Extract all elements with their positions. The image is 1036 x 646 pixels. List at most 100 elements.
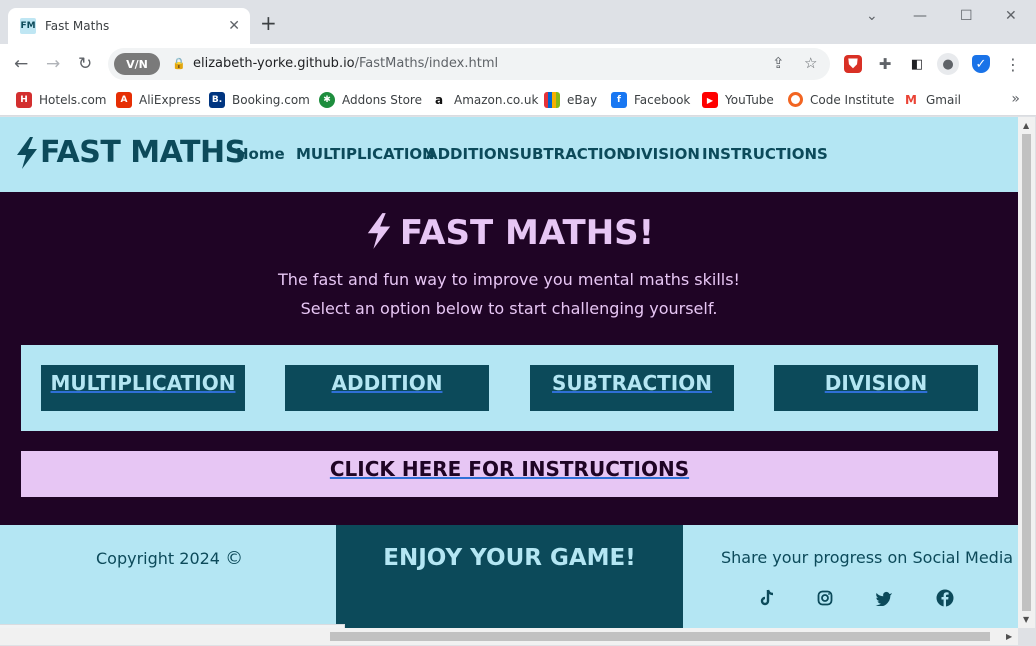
menu-kebab-icon[interactable]: ⋮ <box>1004 55 1022 74</box>
hotels-icon: H <box>16 92 32 108</box>
instagram-icon[interactable] <box>815 588 835 608</box>
horizontal-scrollbar[interactable]: ▶ <box>0 628 1018 645</box>
footer-social-section: Share your progress on Social Media <box>683 525 1018 628</box>
nav-division[interactable]: DIVISION <box>623 145 700 163</box>
youtube-icon: ▶ <box>702 92 718 108</box>
scroll-up-arrow-icon[interactable]: ▲ <box>1023 121 1029 130</box>
tab-search-chevron-icon[interactable]: ⌄ <box>866 8 878 24</box>
bookmark-ebay[interactable]: eBay <box>544 92 597 108</box>
lightning-bolt-icon <box>17 136 37 169</box>
footer-copyright-section: Copyright 2024 © <box>0 525 336 628</box>
tab-title: Fast Maths <box>45 19 110 33</box>
minimize-icon[interactable]: — <box>913 8 927 24</box>
nav-subtraction[interactable]: SUBTRACTION <box>509 145 629 163</box>
bookmark-label: Gmail <box>926 93 962 107</box>
bookmark-label: AliExpress <box>139 93 201 107</box>
scroll-right-arrow-icon[interactable]: ▶ <box>1006 632 1012 641</box>
back-icon[interactable]: ← <box>14 54 28 74</box>
instructions-label: CLICK HERE FOR INSTRUCTIONS <box>329 457 690 481</box>
url-text[interactable]: elizabeth-yorke.github.io/FastMaths/inde… <box>193 56 498 71</box>
addition-button[interactable]: ADDITION <box>285 365 489 411</box>
horizontal-scroll-thumb[interactable] <box>330 632 990 641</box>
bookmark-label: Hotels.com <box>39 93 107 107</box>
hero-title: FAST MATHS! <box>0 212 1018 253</box>
ebay-icon <box>544 92 560 108</box>
nav-home[interactable]: Home <box>236 145 285 163</box>
bookmark-facebook[interactable]: f Facebook <box>611 92 690 108</box>
subtraction-button[interactable]: SUBTRACTION <box>530 365 734 411</box>
vertical-scrollbar[interactable]: ▲ ▼ <box>1018 117 1035 628</box>
scroll-down-arrow-icon[interactable]: ▼ <box>1023 615 1029 624</box>
bookmark-code-institute[interactable]: Code Institute <box>788 92 894 107</box>
bookmark-label: YouTube <box>725 93 774 107</box>
nav-instructions[interactable]: INSTRUCTIONS <box>702 145 828 163</box>
site-header: FAST MATHS Home MULTIPLICATION ADDITION … <box>0 117 1018 192</box>
extensions-puzzle-icon[interactable]: ✚ <box>876 55 894 73</box>
multiplication-button[interactable]: MULTIPLICATION <box>41 365 245 411</box>
close-tab-icon[interactable]: ✕ <box>228 18 240 34</box>
profile-avatar-icon[interactable]: ● <box>937 53 959 75</box>
logo-text: FAST MATHS <box>40 135 246 170</box>
code-institute-icon <box>788 92 803 107</box>
reload-icon[interactable]: ↻ <box>78 54 92 74</box>
addons-store-icon: ✱ <box>319 92 335 108</box>
bookmark-label: eBay <box>567 93 598 107</box>
site-logo[interactable]: FAST MATHS <box>14 135 246 170</box>
hero-title-text: FAST MATHS! <box>399 213 655 253</box>
booking-icon: B. <box>209 92 225 108</box>
bookmark-aliexpress[interactable]: A AliExpress <box>116 92 201 108</box>
amazon-icon: a <box>431 92 447 108</box>
site-favicon: FM <box>20 18 36 34</box>
new-tab-icon[interactable]: + <box>260 13 277 33</box>
twitter-icon[interactable] <box>874 588 894 608</box>
bookmark-addons-store[interactable]: ✱ Addons Store <box>319 92 422 108</box>
bookmark-booking[interactable]: B. Booking.com <box>209 92 310 108</box>
lightning-bolt-icon <box>367 213 391 249</box>
forward-icon[interactable]: → <box>46 54 60 74</box>
adblock-extension-icon[interactable]: ⛊ <box>844 55 862 73</box>
bookmark-label: Code Institute <box>810 92 895 107</box>
copyright-text: Copyright 2024 © <box>96 548 243 569</box>
shield-extension-icon[interactable]: ✓ <box>972 55 990 73</box>
facebook-icon: f <box>611 92 627 108</box>
share-icon[interactable]: ⇪ <box>772 54 785 72</box>
enjoy-game-text: ENJOY YOUR GAME! <box>383 545 636 571</box>
vertical-scroll-thumb[interactable] <box>1022 134 1031 611</box>
bookmark-hotels[interactable]: H Hotels.com <box>16 92 106 108</box>
footer-enjoy-section: ENJOY YOUR GAME! <box>336 525 683 628</box>
gmail-icon: M <box>903 92 919 108</box>
lock-icon[interactable]: 🔒 <box>172 57 186 70</box>
bookmark-label: Booking.com <box>232 93 310 107</box>
browser-tab[interactable]: FM Fast Maths ✕ <box>8 8 250 44</box>
copyright-icon: © <box>225 548 244 569</box>
division-label: DIVISION <box>824 371 928 395</box>
close-window-icon[interactable]: ✕ <box>1005 8 1017 24</box>
browser-toolbar: ← → ↻ V/N 🔒 elizabeth-yorke.github.io/Fa… <box>0 44 1036 84</box>
tiktok-icon[interactable] <box>757 588 777 608</box>
page-viewport: FAST MATHS Home MULTIPLICATION ADDITION … <box>0 117 1018 628</box>
bookmark-gmail[interactable]: M Gmail <box>903 92 961 108</box>
more-bookmarks-icon[interactable]: » <box>1011 91 1020 107</box>
bookmarks-bar: H Hotels.com A AliExpress B. Booking.com ✱ A… <box>0 84 1036 116</box>
vpn-badge[interactable]: V/N <box>114 53 160 75</box>
bookmark-label: Addons Store <box>342 93 422 107</box>
maximize-icon[interactable]: ☐ <box>960 8 973 24</box>
url-host: elizabeth-yorke.github.io <box>193 56 355 71</box>
instructions-button[interactable]: CLICK HERE FOR INSTRUCTIONS <box>21 451 998 497</box>
side-panel-icon[interactable]: ◧ <box>908 55 926 73</box>
bookmark-label: Amazon.co.uk <box>454 93 539 107</box>
hero-instruction: Select an option below to start challeng… <box>300 299 718 318</box>
nav-multiplication[interactable]: MULTIPLICATION <box>296 145 435 163</box>
multiplication-label: MULTIPLICATION <box>50 371 236 395</box>
bookmark-amazon[interactable]: a Amazon.co.uk <box>431 92 538 108</box>
address-bar[interactable]: V/N 🔒 elizabeth-yorke.github.io/FastMath… <box>108 48 830 80</box>
facebook-icon[interactable] <box>935 588 955 608</box>
division-button[interactable]: DIVISION <box>774 365 978 411</box>
bookmark-youtube[interactable]: ▶ YouTube <box>702 92 774 108</box>
game-options-panel: MULTIPLICATION ADDITION SUBTRACTION DIVI… <box>21 345 998 431</box>
subtraction-label: SUBTRACTION <box>552 371 712 395</box>
nav-addition[interactable]: ADDITION <box>426 145 509 163</box>
bookmark-star-icon[interactable]: ☆ <box>804 54 817 72</box>
copyright-label: Copyright 2024 <box>96 549 220 568</box>
bookmark-label: Facebook <box>634 93 691 107</box>
